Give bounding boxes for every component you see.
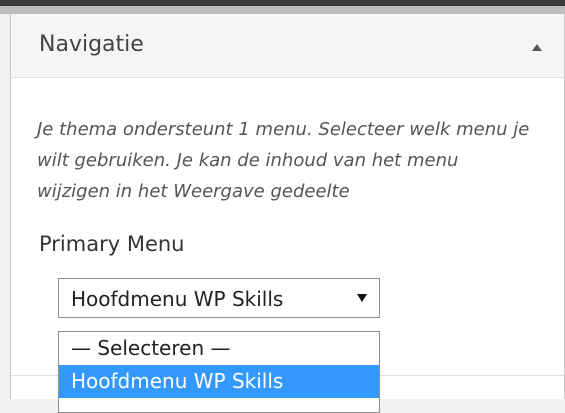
- window-top-edge: [0, 0, 565, 14]
- window-top-border: [0, 0, 565, 6]
- menu-option-none[interactable]: — Selecteren —: [59, 332, 379, 365]
- menu-select[interactable]: Hoofdmenu WP Skills: [58, 278, 380, 318]
- panel-description: Je thema ondersteunt 1 menu. Selecteer w…: [37, 119, 530, 202]
- triangle-down-icon: [357, 294, 367, 302]
- panel-header[interactable]: Navigatie: [11, 14, 564, 78]
- navigation-panel: Navigatie Je thema ondersteunt 1 menu. S…: [10, 14, 565, 413]
- menu-option-hoofdmenu[interactable]: Hoofdmenu WP Skills: [59, 365, 379, 398]
- menu-options-list[interactable]: — Selecteren — Hoofdmenu WP Skills: [58, 331, 380, 413]
- menu-select-value: Hoofdmenu WP Skills: [71, 287, 284, 311]
- collapse-icon[interactable]: [532, 44, 542, 51]
- menu-location-label: Primary Menu: [39, 232, 185, 256]
- panel-title: Navigatie: [39, 32, 144, 57]
